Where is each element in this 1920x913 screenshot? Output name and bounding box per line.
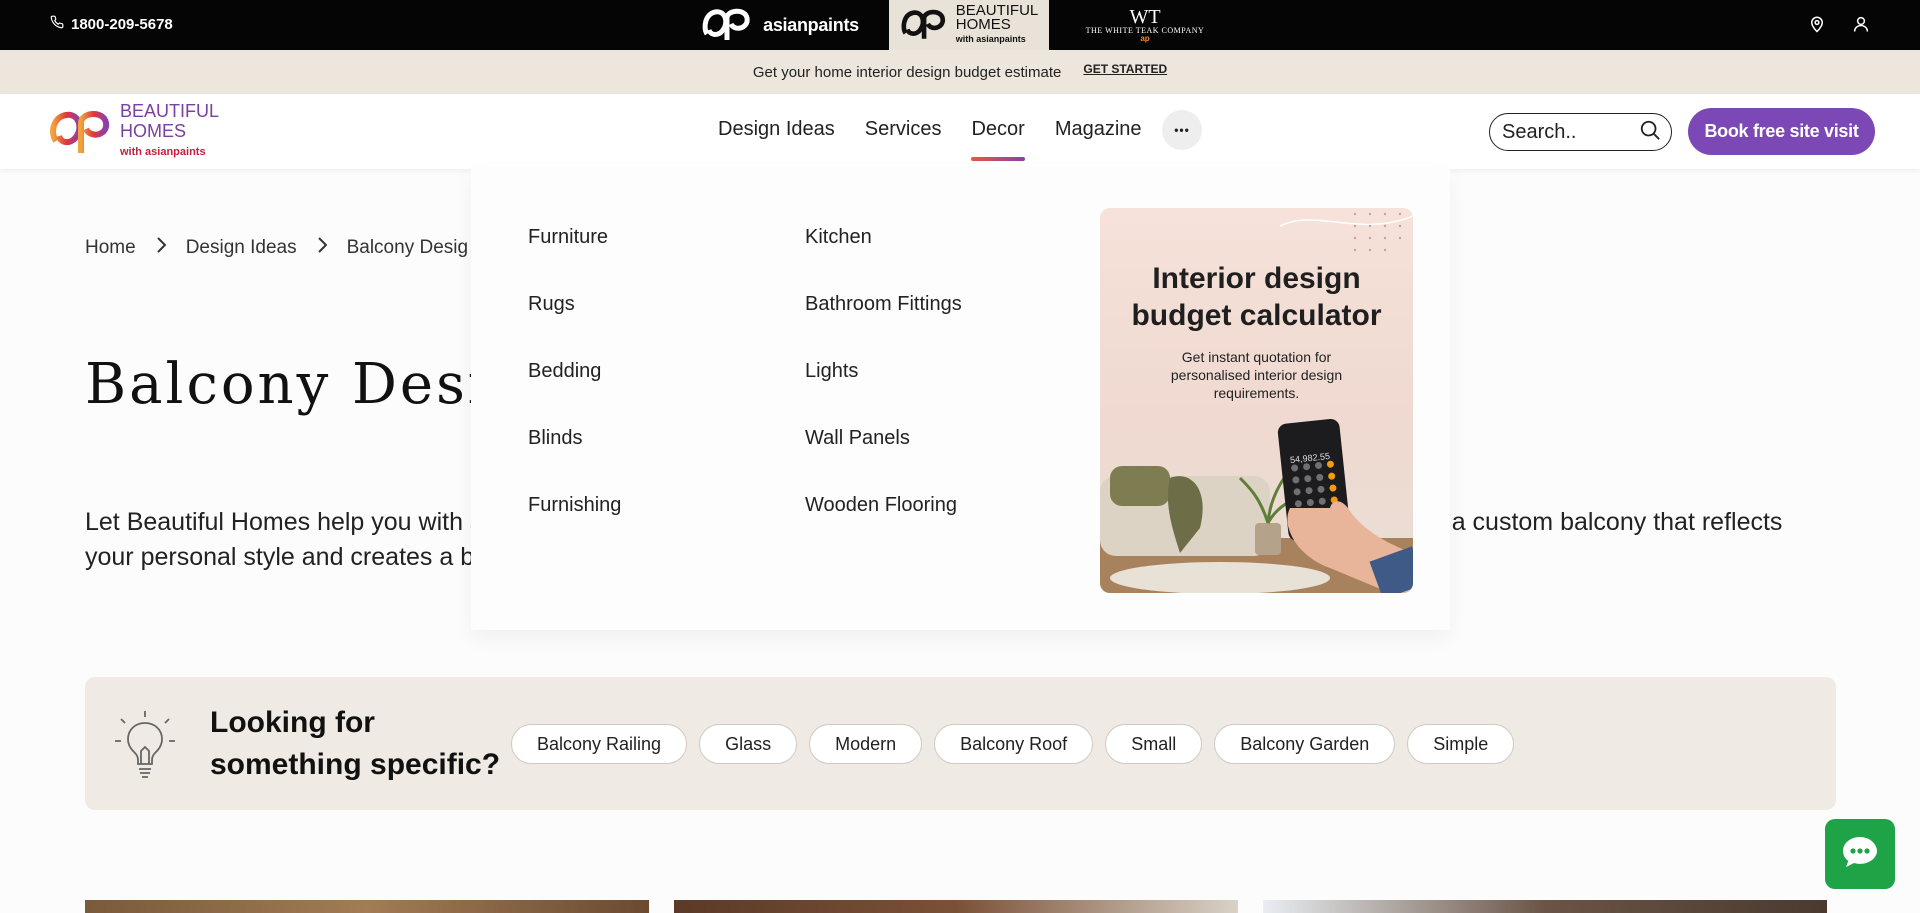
beautiful-homes-brand-tab[interactable]: BEAUTIFUL HOMES with asianpaints [889, 0, 1049, 50]
phone-number: 1800-209-5678 [71, 15, 173, 33]
book-site-visit-button[interactable]: Book free site visit [1688, 108, 1875, 155]
lightbulb-icon [113, 709, 177, 786]
beautiful-homes-label: BEAUTIFUL HOMES with asianpaints [955, 3, 1039, 46]
promo-title-line2: budget calculator [1131, 299, 1382, 332]
logo-sub: with asianpaints [120, 146, 206, 158]
more-dots-icon: ••• [1174, 123, 1190, 137]
bh-logo-icon [900, 5, 950, 46]
design-thumbnail[interactable] [85, 900, 649, 913]
location-icon[interactable] [1808, 14, 1826, 39]
menu-item-kitchen[interactable]: Kitchen [805, 226, 962, 249]
search-icon[interactable] [1639, 119, 1661, 146]
menu-item-wooden-flooring[interactable]: Wooden Flooring [805, 494, 962, 517]
desc-right-line1: ate a custom balcony that reflects [1410, 508, 1783, 536]
menu-item-blinds[interactable]: Blinds [528, 427, 621, 450]
menu-item-wall-panels[interactable]: Wall Panels [805, 427, 962, 450]
chevron-right-icon [309, 237, 335, 259]
chip-balcony-railing[interactable]: Balcony Railing [511, 724, 688, 764]
chip-small[interactable]: Small [1105, 724, 1203, 764]
chevron-right-icon [148, 237, 174, 259]
chip-glass[interactable]: Glass [699, 724, 798, 764]
nav-design-ideas[interactable]: Design Ideas [718, 118, 835, 161]
mega-menu-col-1: Furniture Rugs Bedding Blinds Furnishing [528, 226, 621, 517]
budget-calculator-promo[interactable]: Interior design budget calculator Get in… [1100, 208, 1413, 593]
bh-sub: with asianpaints [955, 34, 1026, 44]
breadcrumb-design-ideas[interactable]: Design Ideas [186, 237, 297, 259]
design-thumbnail[interactable] [1263, 900, 1827, 913]
user-icon[interactable] [1852, 14, 1870, 39]
breadcrumb-current: Balcony Desig [346, 237, 469, 258]
chat-button[interactable] [1825, 819, 1895, 889]
search-input[interactable] [1502, 120, 1632, 144]
wt-logo: WT [1129, 5, 1161, 28]
chat-bubble-icon [1841, 835, 1879, 874]
more-menu-button[interactable]: ••• [1162, 110, 1202, 150]
main-nav: Design Ideas Services Decor Magazine [718, 118, 1142, 161]
ap-logo-icon [701, 4, 755, 47]
nav-magazine[interactable]: Magazine [1055, 118, 1142, 161]
nav-services[interactable]: Services [865, 118, 942, 161]
asianpaints-brand-tab[interactable]: asianpaints [690, 0, 870, 50]
bh-line2: HOMES [955, 16, 1011, 33]
top-bar: 1800-209-5678 asianpaints BEAUTIFUL HOME… [0, 0, 1920, 50]
wt-sub: ap [1140, 33, 1150, 43]
phone-icon [50, 15, 64, 33]
chip-simple[interactable]: Simple [1407, 724, 1515, 764]
bh-colored-logo-icon [48, 103, 114, 160]
design-thumbnail[interactable] [674, 900, 1238, 913]
menu-item-rugs[interactable]: Rugs [528, 293, 621, 316]
breadcrumb-home[interactable]: Home [85, 237, 136, 259]
filter-chips: Balcony Railing Glass Modern Balcony Roo… [511, 724, 1515, 764]
announcement-bar: Get your home interior design budget est… [0, 50, 1920, 94]
chip-balcony-roof[interactable]: Balcony Roof [934, 724, 1094, 764]
design-thumbnails [85, 900, 1827, 913]
site-logo[interactable]: BEAUTIFUL HOMES with asianpaints [48, 102, 219, 160]
menu-item-furnishing[interactable]: Furnishing [528, 494, 621, 517]
looking-title-line2: something specific? [210, 748, 501, 781]
asianpaints-label: asianpaints [763, 14, 859, 35]
promo-title: Interior design budget calculator [1100, 260, 1413, 334]
chip-balcony-garden[interactable]: Balcony Garden [1214, 724, 1396, 764]
promo-subtitle: Get instant quotation for personalised i… [1170, 349, 1343, 401]
main-header: BEAUTIFUL HOMES with asianpaints Design … [0, 94, 1920, 169]
logo-line2: HOMES [120, 121, 187, 141]
promo-title-line1: Interior design [1152, 262, 1361, 295]
breadcrumb: Home Design Ideas Balcony Desig [85, 237, 468, 259]
menu-item-lights[interactable]: Lights [805, 360, 962, 383]
page-title: Balcony Desi [85, 352, 489, 417]
looking-title-line1: Looking for [210, 706, 375, 739]
nav-decor[interactable]: Decor [971, 118, 1026, 161]
get-started-link[interactable]: GET STARTED [1083, 62, 1167, 76]
looking-for-section: Looking for something specific? Balcony … [85, 677, 1836, 810]
phone-link[interactable]: 1800-209-5678 [50, 15, 173, 33]
chip-modern[interactable]: Modern [809, 724, 923, 764]
decor-mega-menu: Furniture Rugs Bedding Blinds Furnishing… [471, 169, 1450, 630]
menu-item-bedding[interactable]: Bedding [528, 360, 621, 383]
menu-item-furniture[interactable]: Furniture [528, 226, 621, 249]
menu-item-bathroom-fittings[interactable]: Bathroom Fittings [805, 293, 962, 316]
announcement-text: Get your home interior design budget est… [752, 63, 1062, 81]
search-box[interactable] [1489, 113, 1672, 151]
white-teak-brand-tab[interactable]: WT THE WHITE TEAK COMPANY ap [1075, 0, 1215, 50]
looking-for-title: Looking for something specific? [210, 702, 500, 786]
mega-menu-col-2: Kitchen Bathroom Fittings Lights Wall Pa… [805, 226, 962, 517]
logo-line1: BEAUTIFUL [120, 101, 220, 121]
